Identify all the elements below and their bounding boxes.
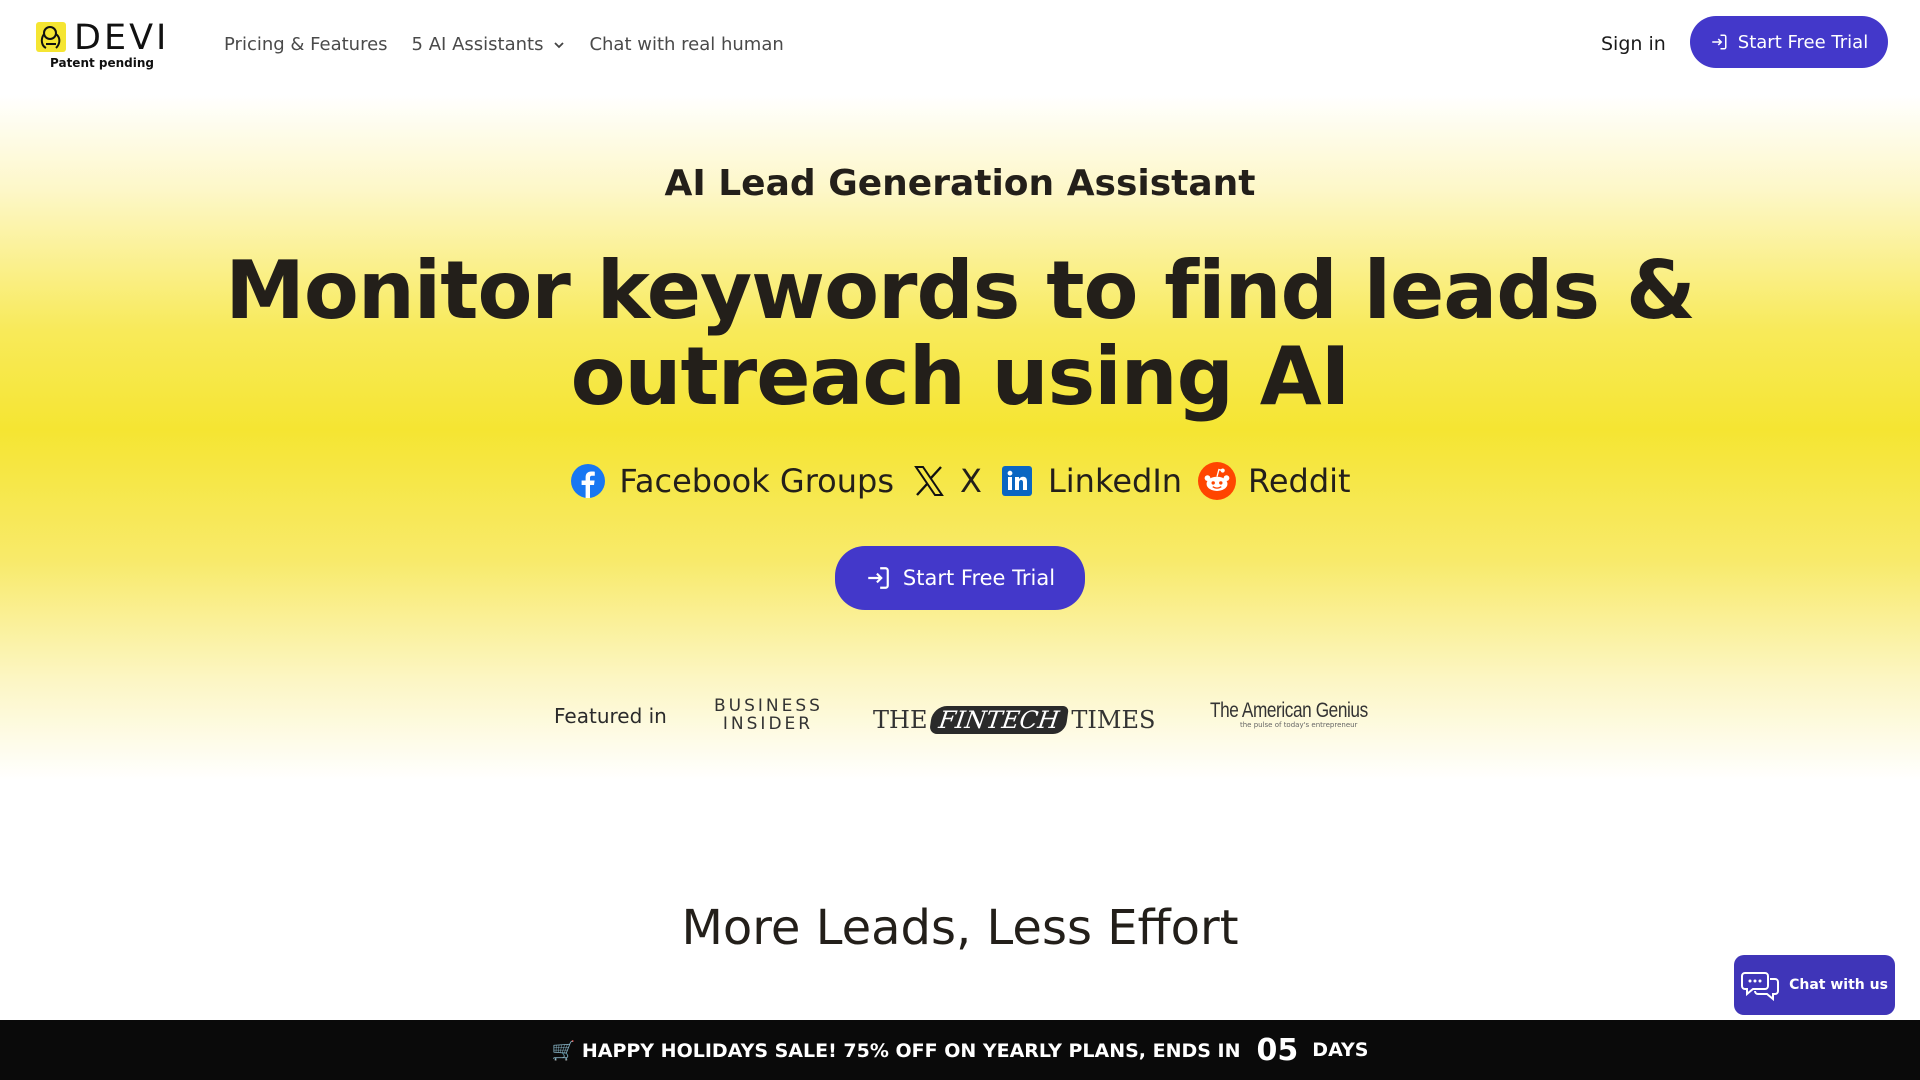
platform-x-label: X xyxy=(960,462,982,500)
promo-days-label: DAYS xyxy=(1312,1039,1369,1061)
site-header: DEVI Patent pending Pricing & Features 5… xyxy=(0,0,1920,95)
hero-eyebrow: AI Lead Generation Assistant xyxy=(664,163,1256,204)
hero-title-line2: outreach using AI xyxy=(570,330,1351,423)
nav-pricing-features[interactable]: Pricing & Features xyxy=(224,34,388,55)
main-nav: Pricing & Features 5 AI Assistants Chat … xyxy=(224,34,808,55)
hero-title-line1: Monitor keywords to find leads & xyxy=(225,244,1695,337)
login-icon xyxy=(1712,34,1727,50)
platform-reddit-label: Reddit xyxy=(1248,462,1351,500)
brand-logo[interactable]: DEVI Patent pending xyxy=(36,18,170,76)
american-genius-name: The American Genius xyxy=(1210,699,1368,722)
section-title: More Leads, Less Effort xyxy=(681,900,1239,956)
x-icon xyxy=(910,462,948,500)
platform-linkedin: LinkedIn xyxy=(998,462,1182,500)
facebook-icon xyxy=(569,462,607,500)
fintech-times-logo: THE FINTECH TIMES xyxy=(873,703,1158,737)
business-insider-logo: BUSINESS INSIDER xyxy=(714,697,822,733)
platform-facebook-label: Facebook Groups xyxy=(619,462,895,500)
fintech-the: THE xyxy=(873,706,928,734)
featured-in-label: Featured in xyxy=(554,704,667,728)
login-icon xyxy=(868,567,889,589)
american-genius-logo: The American Genius the pulse of today's… xyxy=(1210,699,1370,729)
chevron-down-icon xyxy=(554,41,565,48)
featured-in-strip: Featured in BUSINESS INSIDER THE FINTECH… xyxy=(0,695,1920,741)
nav-ai-assistants-label: 5 AI Assistants xyxy=(411,34,544,55)
header-start-trial-button[interactable]: Start Free Trial xyxy=(1690,16,1888,68)
chat-bubbles-icon xyxy=(1741,972,1780,1001)
platform-facebook: Facebook Groups xyxy=(569,462,894,500)
brand-name: DEVI xyxy=(74,18,170,58)
logo-mark-icon xyxy=(36,22,66,52)
header-start-trial-label: Start Free Trial xyxy=(1737,31,1869,53)
nav-pricing-features-label: Pricing & Features xyxy=(224,34,388,55)
promo-text: 🛒 HAPPY HOLIDAYS SALE! 75% OFF ON YEARLY… xyxy=(551,1039,1241,1062)
platform-linkedin-label: LinkedIn xyxy=(1047,462,1183,500)
reddit-icon xyxy=(1198,462,1237,500)
platform-list: Facebook Groups X LinkedIn Reddit xyxy=(0,462,1920,500)
nav-chat-human[interactable]: Chat with real human xyxy=(589,34,783,55)
nav-ai-assistants-dropdown[interactable]: 5 AI Assistants xyxy=(412,34,566,55)
hero-start-trial-button[interactable]: Start Free Trial xyxy=(835,546,1085,610)
platform-x: X xyxy=(910,462,982,500)
linkedin-icon xyxy=(998,462,1036,500)
sign-in-link[interactable]: Sign in xyxy=(1601,33,1666,55)
business-insider-line1: BUSINESS xyxy=(714,696,823,716)
business-insider-line2: INSIDER xyxy=(722,714,814,734)
platform-reddit: Reddit xyxy=(1198,462,1351,500)
fintech-mid: FINTECH xyxy=(929,706,1070,734)
promo-banner: 🛒 HAPPY HOLIDAYS SALE! 75% OFF ON YEARLY… xyxy=(0,1020,1920,1080)
hero-title: Monitor keywords to find leads & outreac… xyxy=(160,248,1760,420)
chat-widget-button[interactable]: Chat with us xyxy=(1734,955,1895,1015)
chat-widget-label: Chat with us xyxy=(1789,977,1888,993)
fintech-times: TIMES xyxy=(1071,706,1156,734)
brand-tagline: Patent pending xyxy=(50,56,155,70)
promo-days-value: 05 xyxy=(1256,1032,1299,1068)
hero-start-trial-label: Start Free Trial xyxy=(902,566,1056,590)
nav-chat-human-label: Chat with real human xyxy=(589,34,784,55)
